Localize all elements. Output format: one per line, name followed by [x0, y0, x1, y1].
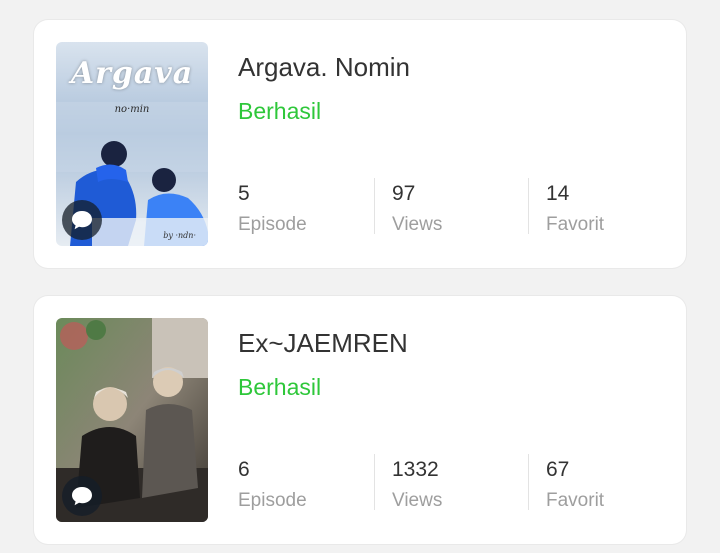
stat-value: 1332: [392, 458, 439, 481]
novel-cover-1[interactable]: Argava no·min by ·ndn·: [56, 42, 208, 246]
status-label: Berhasil: [238, 374, 322, 400]
stat-favorit: 67 Favorit: [546, 458, 686, 512]
stat-episode: 5 Episode: [238, 182, 378, 236]
status-label: Berhasil: [238, 98, 322, 124]
novel-cover-2[interactable]: [56, 318, 208, 522]
stat-value: 67: [546, 458, 570, 481]
stat-value: 14: [546, 182, 570, 205]
stat-label: Episode: [238, 490, 307, 511]
stat-label: Favorit: [546, 214, 605, 235]
stat-favorit: 14 Favorit: [546, 182, 686, 236]
stat-value: 5: [238, 182, 250, 205]
stat-label: Views: [392, 490, 443, 511]
novel-title[interactable]: Ex~JAEMREN: [238, 328, 408, 359]
stat-divider: [528, 178, 529, 234]
stat-label: Views: [392, 214, 443, 235]
stat-label: Favorit: [546, 490, 605, 511]
stat-views: 1332 Views: [392, 458, 532, 512]
cover-signature-text: by ·ndn·: [163, 231, 196, 240]
chat-bubble-icon[interactable]: [62, 200, 102, 240]
novel-card-1[interactable]: Argava no·min by ·ndn· Argava. Nomin Ber…: [34, 20, 686, 268]
stat-value: 6: [238, 458, 250, 481]
cover-subtitle-text: no·min: [114, 104, 150, 115]
stat-divider: [528, 454, 529, 510]
stat-views: 97 Views: [392, 182, 532, 236]
stat-divider: [374, 178, 375, 234]
cover-title-text: Argava: [70, 56, 194, 91]
stat-value: 97: [392, 182, 416, 205]
stat-episode: 6 Episode: [238, 458, 378, 512]
stat-label: Episode: [238, 214, 307, 235]
chat-bubble-icon[interactable]: [62, 476, 102, 516]
stat-divider: [374, 454, 375, 510]
novel-title[interactable]: Argava. Nomin: [238, 52, 410, 83]
novel-card-2[interactable]: Ex~JAEMREN Berhasil 6 Episode 1332 Views…: [34, 296, 686, 544]
